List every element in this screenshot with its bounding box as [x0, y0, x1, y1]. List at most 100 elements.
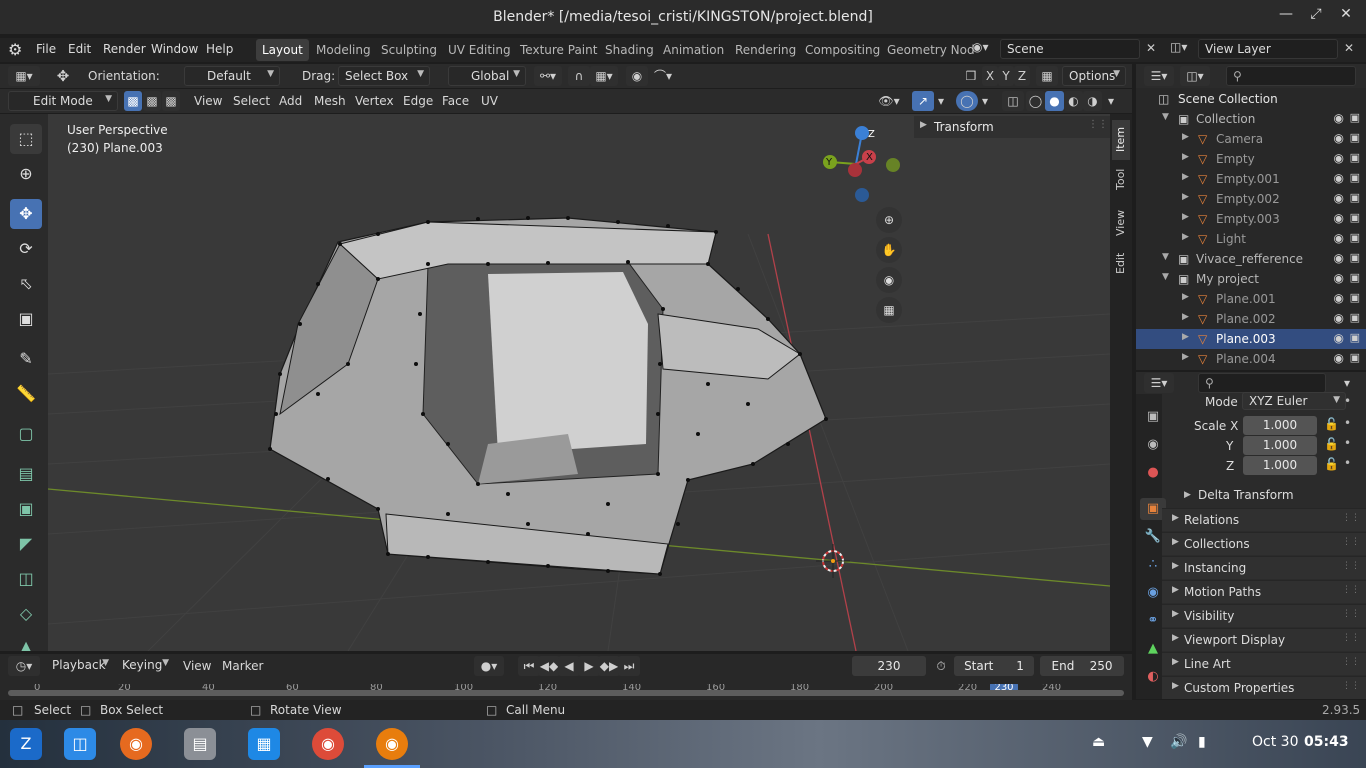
poly-build-tool-icon[interactable]: ▲	[10, 632, 42, 651]
eye-icon[interactable]: ◉	[1334, 331, 1344, 345]
snap-icon[interactable]: ∩	[568, 66, 590, 86]
menu-help[interactable]: Help	[206, 42, 233, 56]
outliner-row[interactable]: ▶ ▽ Empty.002 ◉ ▣	[1136, 189, 1366, 209]
menu-edit[interactable]: Edit	[68, 42, 91, 56]
chrome-icon[interactable]: ◉	[312, 728, 344, 760]
lock-scale-z-icon[interactable]: 🔓	[1324, 457, 1339, 471]
expand-arrow-icon[interactable]: ▶	[1182, 312, 1189, 322]
outliner-row[interactable]: ▶ ▽ Plane.002 ◉ ▣	[1136, 309, 1366, 329]
options-dropdown[interactable]: Options ▼	[1062, 66, 1126, 86]
outliner-root[interactable]: ◫ Scene Collection	[1136, 89, 1366, 109]
expand-arrow-icon[interactable]: ▶	[1182, 232, 1189, 242]
outliner-row[interactable]: ▼ ▣ My project ◉ ▣	[1136, 269, 1366, 289]
properties-panel[interactable]: ▶ Motion Paths ⋮⋮	[1162, 580, 1366, 603]
timeline-menu-marker[interactable]: Marker	[222, 659, 263, 673]
play-icon[interactable]: ▶	[578, 656, 600, 676]
tab-rendering[interactable]: Rendering	[729, 39, 802, 61]
timeline-scrollbar[interactable]	[8, 690, 1124, 696]
eye-icon[interactable]: ◉	[1334, 291, 1344, 305]
tab-uv-editing[interactable]: UV Editing	[442, 39, 517, 61]
panel-grip-icon[interactable]: ⋮⋮	[1342, 633, 1360, 643]
properties-search-input[interactable]: ⚲	[1198, 373, 1326, 393]
menu-face[interactable]: Face	[442, 94, 469, 108]
render-camera-icon[interactable]: ▣	[1350, 111, 1360, 124]
outliner-search-input[interactable]: ⚲	[1226, 66, 1356, 86]
keyframe-scale-x-icon[interactable]: •	[1344, 416, 1351, 430]
outliner-row[interactable]: ▶ ▽ Empty.003 ◉ ▣	[1136, 209, 1366, 229]
gizmo-z-label[interactable]: Z	[868, 129, 875, 140]
overlay-icon[interactable]: ◯	[956, 91, 978, 111]
knife-tool-icon[interactable]: ◇	[10, 599, 42, 629]
panel-grip-icon[interactable]: ⋮⋮	[1342, 657, 1360, 667]
menu-mesh[interactable]: Mesh	[314, 94, 346, 108]
drag-dropdown[interactable]: Select Box ▼	[338, 66, 430, 86]
render-camera-icon[interactable]: ▣	[1350, 331, 1360, 344]
mirror-x[interactable]: X	[982, 66, 998, 86]
properties-editor-type-icon[interactable]: ☰▾	[1144, 373, 1174, 393]
snap-target-icon[interactable]: ▦▾	[590, 66, 618, 86]
menu-vertex[interactable]: Vertex	[355, 94, 394, 108]
expand-arrow-icon[interactable]: ▼	[1162, 112, 1169, 122]
file-manager-icon[interactable]: ▤	[184, 728, 216, 760]
expand-arrow-icon[interactable]: ▶	[1182, 332, 1189, 342]
rendered-shading-icon[interactable]: ◑	[1083, 91, 1102, 111]
scale-tool-icon[interactable]: ⬁	[10, 269, 42, 299]
properties-panel[interactable]: ▶ Visibility ⋮⋮	[1162, 604, 1366, 627]
solid-shading-icon[interactable]: ●	[1045, 91, 1064, 111]
mirror-icon[interactable]: ❒	[960, 66, 982, 86]
menu-render[interactable]: Render	[103, 42, 146, 56]
outliner-row[interactable]: ▶ ▽ Plane.004 ◉ ▣	[1136, 349, 1366, 369]
tab-edit[interactable]: Edit	[1112, 248, 1130, 284]
render-camera-icon[interactable]: ▣	[1350, 311, 1360, 324]
tab-compositing[interactable]: Compositing	[799, 39, 886, 61]
panel-grip-icon[interactable]: ⋮⋮	[1342, 609, 1360, 619]
material-shading-icon[interactable]: ◐	[1064, 91, 1083, 111]
minimize-icon[interactable]: —	[1276, 6, 1296, 26]
properties-panel[interactable]: ▶ Viewport Display ⋮⋮	[1162, 628, 1366, 651]
select-box-tool-icon[interactable]: ⬚	[10, 124, 42, 154]
outliner-row[interactable]: ▼ ▣ Vivace_refference ◉ ▣	[1136, 249, 1366, 269]
transform-tool-icon[interactable]: ▣	[10, 304, 42, 334]
wifi-icon[interactable]: ▼	[1142, 734, 1153, 750]
render-camera-icon[interactable]: ▣	[1350, 291, 1360, 304]
outliner-editor-type-icon[interactable]: ☰▾	[1144, 66, 1174, 86]
bevel-tool-icon[interactable]: ◤	[10, 529, 42, 559]
properties-panel[interactable]: ▶ Custom Properties ⋮⋮	[1162, 676, 1366, 699]
eye-icon[interactable]: ◉	[1334, 251, 1344, 265]
tab-tool[interactable]: Tool	[1112, 164, 1130, 200]
outliner-row[interactable]: ▶ ▽ Light ◉ ▣	[1136, 229, 1366, 249]
render-camera-icon[interactable]: ▣	[1350, 211, 1360, 224]
eye-icon[interactable]: ◉	[1334, 271, 1344, 285]
keyframe-scale-y-icon[interactable]: •	[1344, 436, 1351, 450]
clock-date[interactable]: Oct 30	[1252, 734, 1298, 750]
move-tool-button[interactable]: ✥	[10, 199, 42, 229]
close-view-layer-icon[interactable]: ✕	[1344, 41, 1354, 55]
playback-dropdown[interactable]: Playback ▼	[46, 656, 114, 676]
zorin-menu-icon[interactable]: Z	[10, 728, 42, 760]
measure-tool-icon[interactable]: 📏	[10, 379, 42, 409]
menu-select[interactable]: Select	[233, 94, 270, 108]
blender-logo-icon[interactable]: ⚙	[8, 40, 28, 60]
eye-icon[interactable]: ◉	[1334, 131, 1344, 145]
properties-panel[interactable]: ▶ Collections ⋮⋮	[1162, 532, 1366, 555]
gizmo-icon[interactable]: ↗	[912, 91, 934, 111]
tab-view[interactable]: View	[1112, 204, 1130, 244]
scene-props-icon[interactable]: ◉	[1140, 434, 1166, 456]
auto-merge-icon[interactable]: ▦	[1036, 66, 1058, 86]
expand-arrow-icon[interactable]: ▼	[1162, 252, 1169, 262]
render-camera-icon[interactable]: ▣	[1350, 191, 1360, 204]
cursor-tool-icon[interactable]: ⊕	[10, 159, 42, 189]
panel-grip-icon[interactable]: ⋮⋮	[1342, 561, 1360, 571]
transform-panel-header[interactable]: ▶ Transform ⋮⋮	[914, 116, 1110, 138]
jump-end-icon[interactable]: ⏭	[618, 656, 640, 676]
expand-arrow-icon[interactable]: ▶	[1182, 352, 1189, 362]
view-layer-icon[interactable]: ◫▾	[1170, 40, 1196, 60]
end-frame-field[interactable]: End 250	[1040, 656, 1124, 676]
proportional-edit-icon[interactable]: ◉	[626, 66, 648, 86]
start-frame-field[interactable]: Start 1	[954, 656, 1034, 676]
lock-scale-x-icon[interactable]: 🔓	[1324, 417, 1339, 431]
prev-keyframe-icon[interactable]: ◀◆	[538, 656, 560, 676]
tab-texture-paint[interactable]: Texture Paint	[514, 39, 603, 61]
mirror-z[interactable]: Z	[1014, 66, 1030, 86]
expand-arrow-icon[interactable]: ▶	[1182, 132, 1189, 142]
